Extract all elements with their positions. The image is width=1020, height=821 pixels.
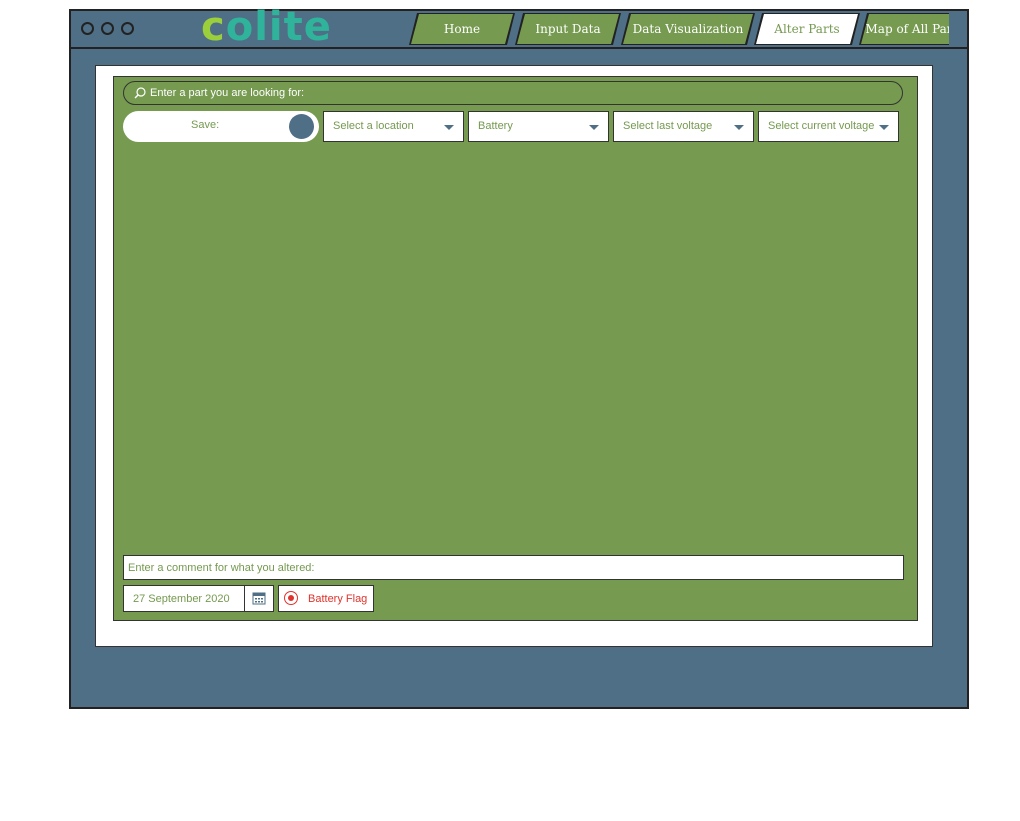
app-window: colite Home Input Data Data Visualizatio… — [69, 7, 969, 709]
part-search-input[interactable]: Enter a part you are looking for: — [123, 81, 903, 105]
window-control-close[interactable] — [81, 22, 94, 35]
save-toggle[interactable]: Save: — [123, 111, 319, 142]
comment-input[interactable]: Enter a comment for what you altered: — [123, 555, 904, 580]
tab-input-data[interactable]: Input Data — [515, 13, 621, 45]
search-placeholder: Enter a part you are looking for: — [150, 87, 305, 99]
tab-alter-parts[interactable]: Alter Parts — [754, 13, 860, 45]
main-nav-tabs: Home Input Data Data Visualization Alter… — [409, 11, 949, 47]
comment-placeholder: Enter a comment for what you altered: — [128, 562, 315, 574]
current-voltage-select[interactable]: Select current voltage — [758, 111, 899, 142]
title-bar: colite Home Input Data Data Visualizatio… — [71, 7, 967, 49]
divider — [244, 586, 245, 611]
date-picker[interactable]: 27 September 2020 — [123, 585, 274, 612]
chevron-down-icon — [589, 125, 599, 130]
battery-flag-radio[interactable]: Battery Flag — [278, 585, 374, 612]
radio-selected-icon[interactable] — [284, 591, 298, 605]
chevron-down-icon — [734, 125, 744, 130]
search-icon — [134, 87, 146, 99]
calendar-icon[interactable] — [252, 591, 266, 605]
alter-parts-panel: Enter a part you are looking for: Save: … — [113, 76, 918, 621]
date-value: 27 September 2020 — [133, 593, 230, 605]
battery-flag-label: Battery Flag — [308, 593, 368, 605]
part-type-select[interactable]: Battery — [468, 111, 609, 142]
chevron-down-icon — [879, 125, 889, 130]
location-select[interactable]: Select a location — [323, 111, 464, 142]
chevron-down-icon — [444, 125, 454, 130]
app-logo: colite — [201, 4, 332, 50]
save-toggle-label: Save: — [191, 119, 220, 131]
window-control-maximize[interactable] — [121, 22, 134, 35]
tab-home[interactable]: Home — [409, 13, 515, 45]
window-control-minimize[interactable] — [101, 22, 114, 35]
tab-data-visualization[interactable]: Data Visualization — [621, 13, 755, 45]
toggle-knob[interactable] — [289, 114, 314, 139]
last-voltage-select[interactable]: Select last voltage — [613, 111, 754, 142]
tab-map-of-all-parts[interactable]: Map of All Par — [859, 13, 949, 45]
